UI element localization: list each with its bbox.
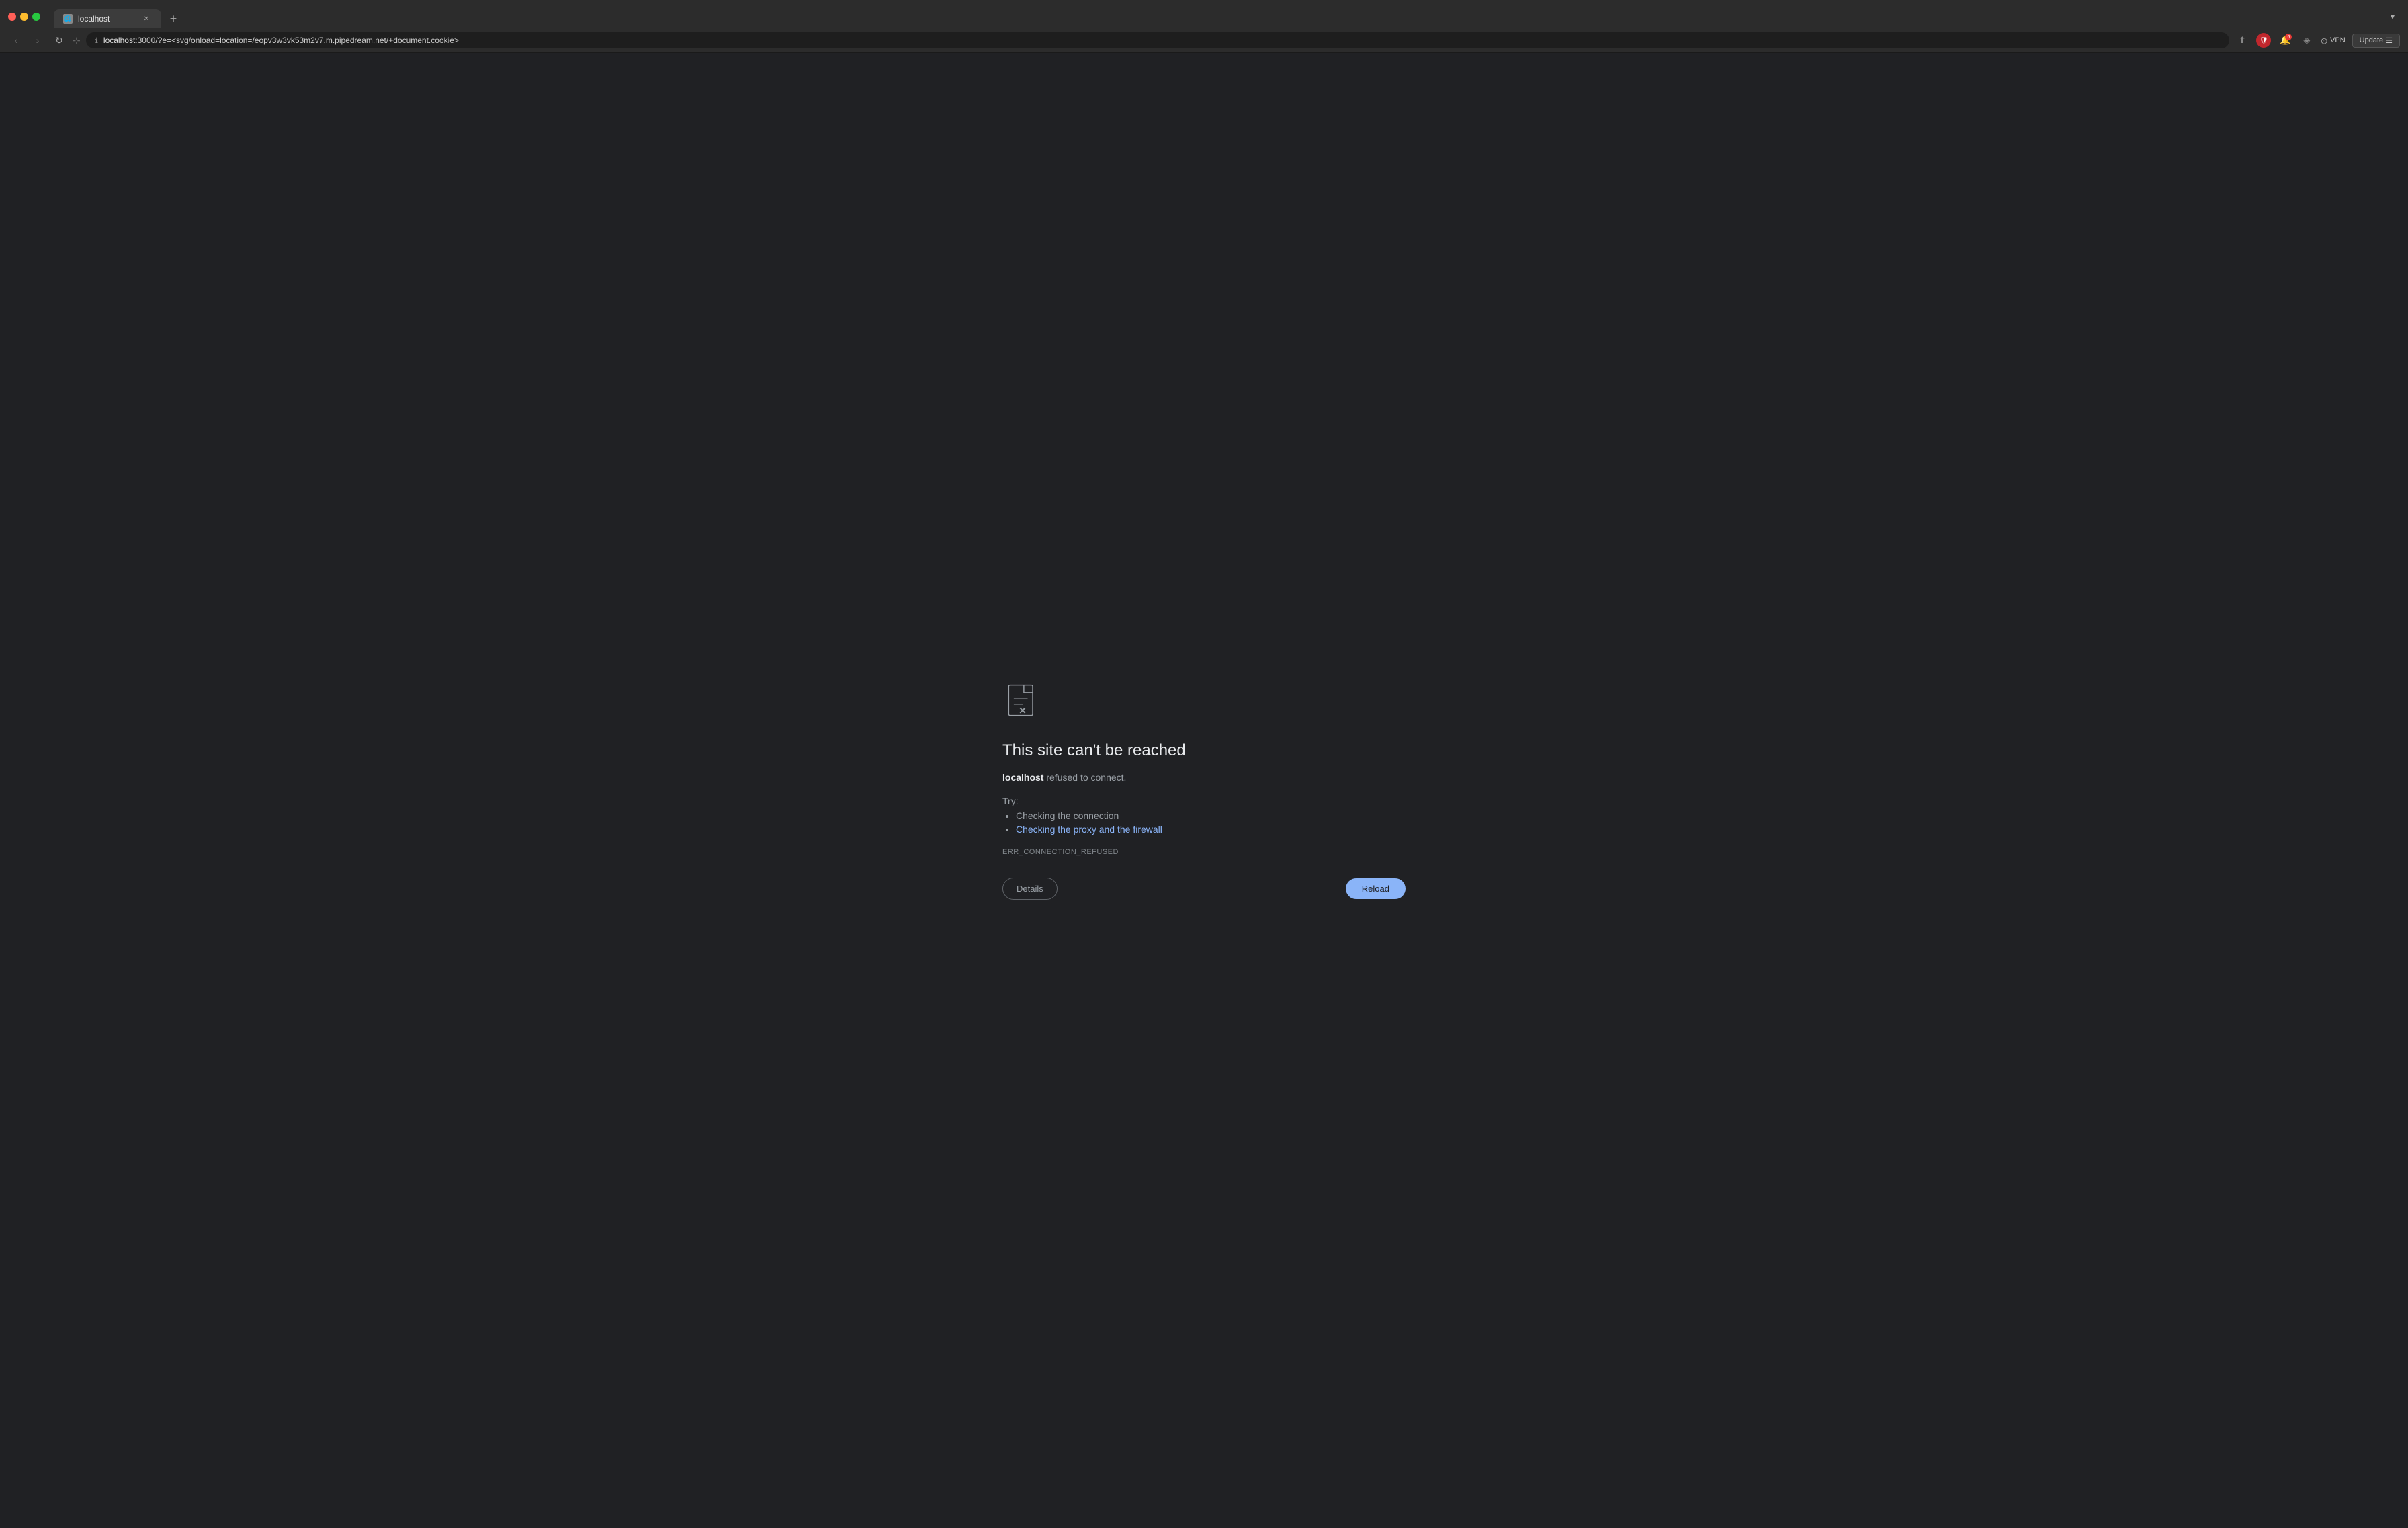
tab-favicon: 🌐 — [63, 14, 73, 24]
share-icon[interactable]: ⬆ — [2235, 33, 2249, 48]
vpn-button[interactable]: ◎ VPN — [2321, 36, 2345, 45]
proxy-firewall-link[interactable]: Checking the proxy and the firewall — [1016, 824, 1162, 835]
update-label: Update — [2360, 36, 2383, 44]
brave-rewards-icon[interactable]: ◈ — [2299, 33, 2314, 48]
url-lock-icon: ℹ — [95, 36, 98, 45]
update-menu-icon: ☰ — [2386, 36, 2393, 45]
browser-content: This site can't be reached localhost ref… — [0, 53, 2408, 1528]
brave-shield-icon[interactable]: 🛡 — [2256, 33, 2271, 48]
error-host: localhost — [1002, 772, 1043, 783]
back-button[interactable]: ‹ — [8, 32, 24, 48]
forward-button[interactable]: › — [30, 32, 46, 48]
suggestion-connection-text: Checking the connection — [1016, 810, 1119, 821]
suggestion-connection: Checking the connection — [1016, 810, 1406, 821]
notifications-icon[interactable]: 🔔 6 — [2278, 33, 2292, 48]
error-icon — [1002, 681, 1406, 725]
suggestion-proxy[interactable]: Checking the proxy and the firewall — [1016, 824, 1406, 835]
notification-badge: 6 — [2285, 34, 2292, 40]
error-description: localhost refused to connect. — [1002, 771, 1406, 785]
error-container: This site can't be reached localhost ref… — [1002, 681, 1406, 900]
browser-tab[interactable]: 🌐 localhost ✕ — [54, 9, 161, 28]
suggestion-list: Checking the connection Checking the pro… — [1002, 810, 1406, 835]
details-button[interactable]: Details — [1002, 878, 1058, 900]
address-actions: ⬆ 🛡 🔔 6 ◈ ◎ VPN Update ☰ — [2235, 33, 2400, 48]
address-bar: ‹ › ↻ ⊹ ℹ localhost:3000/?e=<svg/onload=… — [0, 28, 2408, 53]
tab-close-button[interactable]: ✕ — [141, 13, 152, 24]
close-button[interactable] — [8, 13, 16, 21]
broken-page-icon — [1002, 681, 1043, 722]
url-text: localhost:3000/?e=<svg/onload=location=/… — [103, 36, 2220, 45]
browser-chrome: 🌐 localhost ✕ + ▾ ‹ › ↻ ⊹ ℹ localhost:30… — [0, 0, 2408, 53]
error-buttons: Details Reload — [1002, 878, 1406, 900]
tab-list-button[interactable]: ▾ — [2385, 9, 2400, 24]
url-host: localhost — [103, 36, 135, 45]
error-description-suffix: refused to connect. — [1043, 772, 1126, 783]
minimize-button[interactable] — [20, 13, 28, 21]
maximize-button[interactable] — [32, 13, 40, 21]
url-bar[interactable]: ℹ localhost:3000/?e=<svg/onload=location… — [86, 32, 2230, 48]
bookmark-button[interactable]: ⊹ — [73, 35, 81, 46]
update-button[interactable]: Update ☰ — [2352, 34, 2400, 48]
tab-title: localhost — [78, 14, 136, 24]
vpn-label: VPN — [2330, 36, 2346, 44]
title-bar: 🌐 localhost ✕ + ▾ — [0, 0, 2408, 28]
reload-button[interactable]: ↻ — [51, 32, 67, 48]
traffic-lights — [8, 13, 40, 21]
url-path: :3000/?e=<svg/onload=location=/eopv3w3vk… — [135, 36, 459, 45]
reload-button[interactable]: Reload — [1346, 878, 1406, 899]
error-title: This site can't be reached — [1002, 741, 1406, 760]
vpn-icon: ◎ — [2321, 36, 2327, 45]
try-label: Try: — [1002, 796, 1406, 806]
error-code: ERR_CONNECTION_REFUSED — [1002, 848, 1406, 856]
tabs-bar: 🌐 localhost ✕ + — [54, 9, 183, 28]
new-tab-button[interactable]: + — [164, 9, 183, 28]
